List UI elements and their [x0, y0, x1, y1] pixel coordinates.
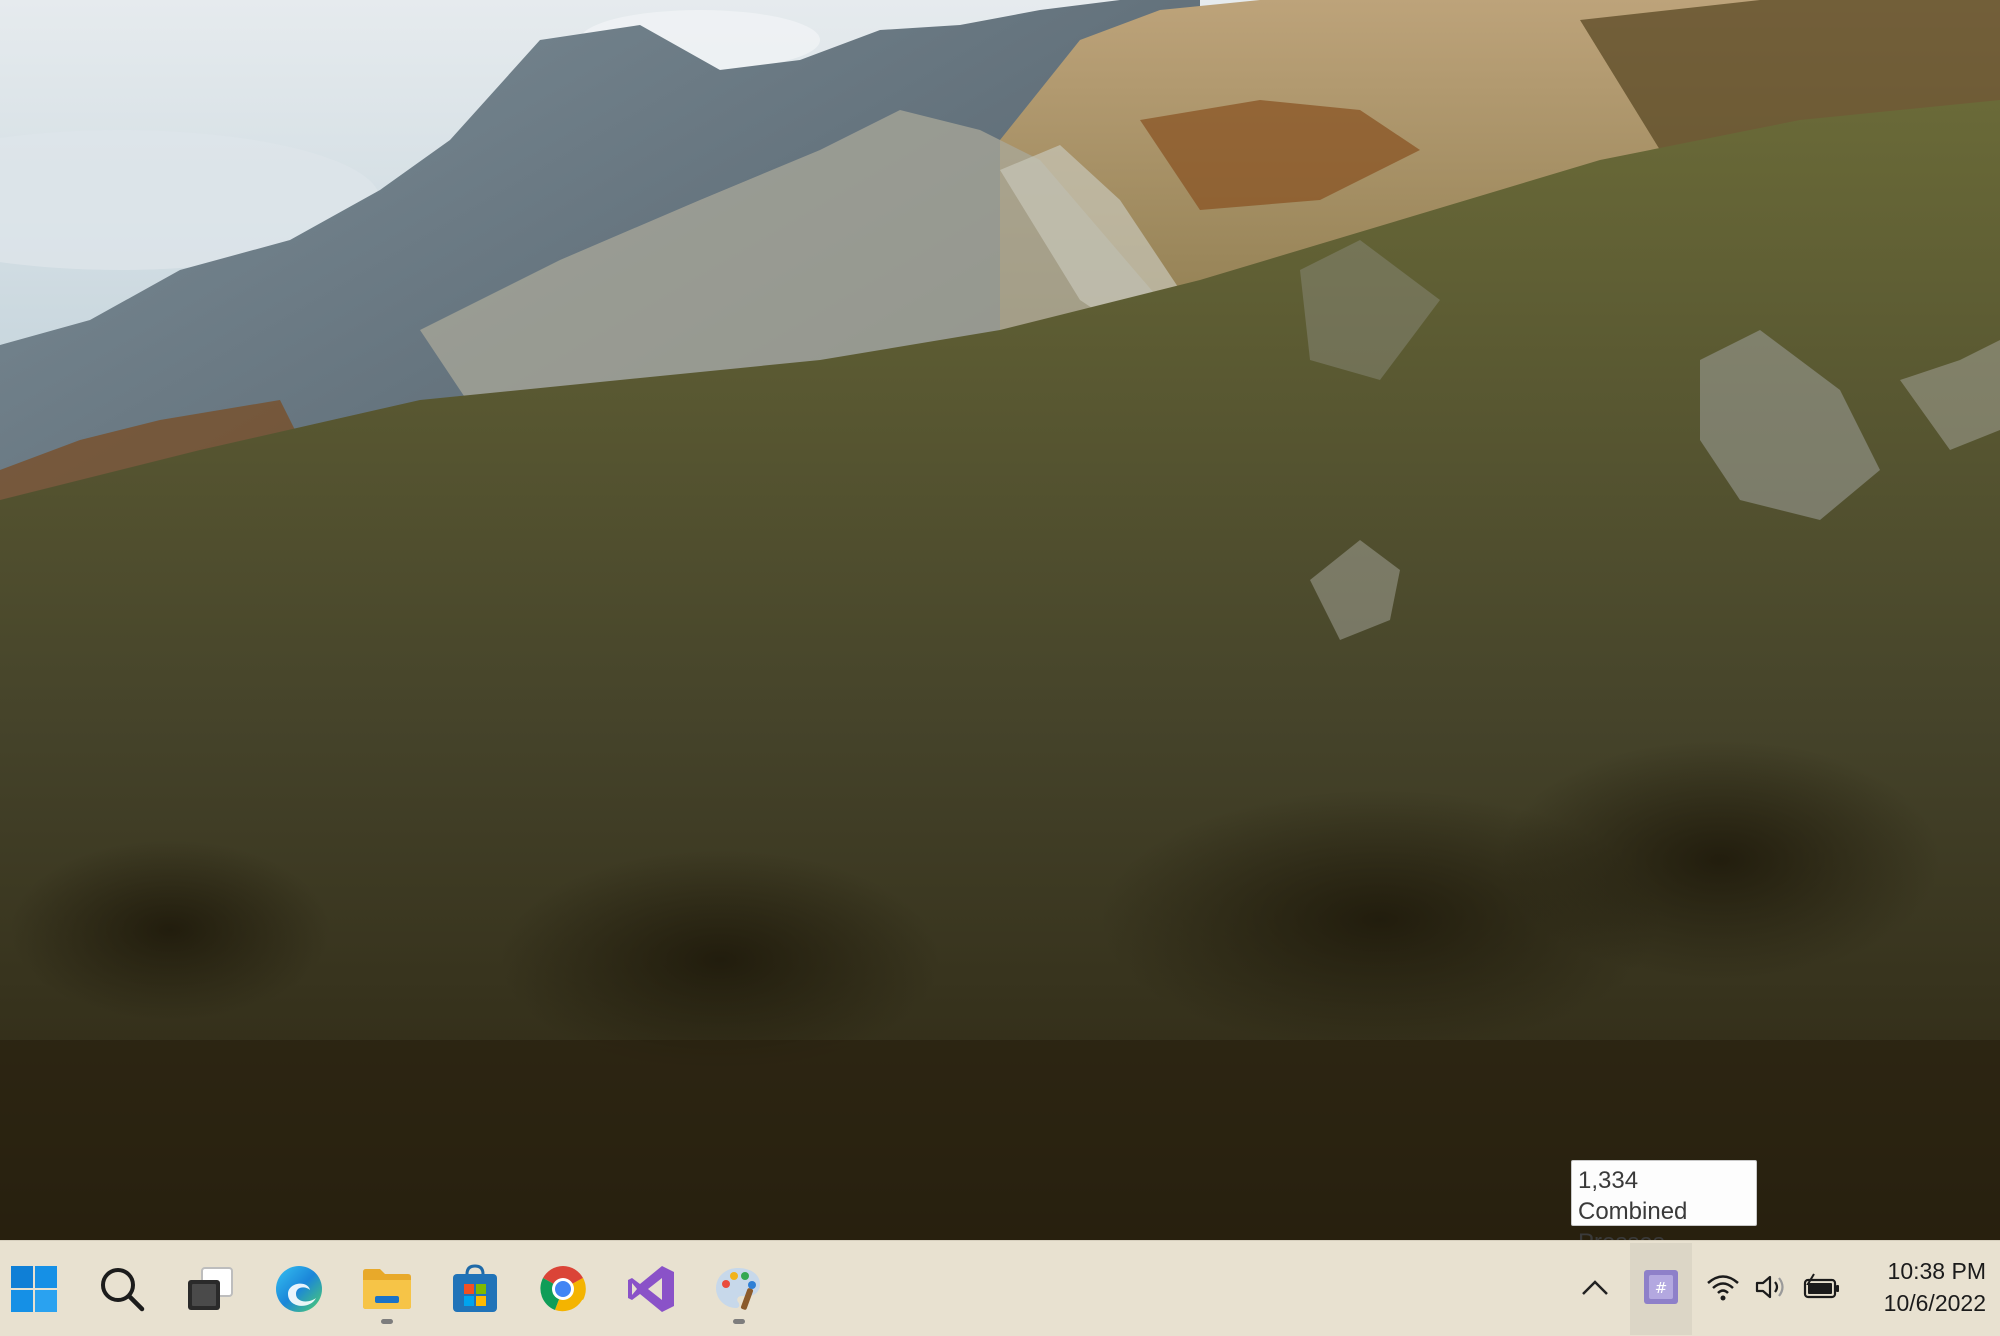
- network-button[interactable]: [1704, 1263, 1742, 1315]
- keypress-counter-icon: #: [1643, 1269, 1679, 1310]
- task-view-icon: [186, 1266, 234, 1312]
- chrome-icon: [538, 1264, 588, 1314]
- tooltip-line-1: 1,334 Combined: [1578, 1167, 1688, 1225]
- paint-palette-icon: [714, 1264, 764, 1314]
- clock-button[interactable]: 10:38 PM 10/6/2022: [1846, 1255, 1986, 1319]
- task-view-button[interactable]: [172, 1251, 248, 1327]
- speaker-icon: [1754, 1273, 1788, 1306]
- edge-browser-icon: [274, 1264, 324, 1314]
- chevron-up-icon: [1581, 1277, 1609, 1302]
- battery-charging-icon: [1802, 1272, 1842, 1306]
- store-taskbar-button[interactable]: [437, 1251, 513, 1327]
- mountain-landscape-image: [0, 0, 2000, 1240]
- edge-taskbar-button[interactable]: [261, 1251, 337, 1327]
- visual-studio-icon: [626, 1264, 676, 1314]
- search-icon: [99, 1266, 145, 1312]
- visual-studio-taskbar-button[interactable]: [613, 1251, 689, 1327]
- start-button[interactable]: [0, 1251, 72, 1327]
- chrome-taskbar-button[interactable]: [525, 1251, 601, 1327]
- paint-taskbar-button[interactable]: [701, 1251, 777, 1327]
- desktop-wallpaper[interactable]: 1,334 Combined Presses: [0, 0, 2000, 1240]
- tooltip-line-2: Presses: [1578, 1227, 1750, 1240]
- taskbar: # 10:38 PM 10/6/2022: [0, 1240, 2000, 1336]
- volume-button[interactable]: [1752, 1263, 1790, 1315]
- battery-button[interactable]: [1800, 1263, 1844, 1315]
- folder-icon: [361, 1266, 413, 1312]
- svg-text:#: #: [1655, 1279, 1668, 1297]
- tray-app-tooltip: 1,334 Combined Presses: [1571, 1160, 1757, 1240]
- windows-logo-icon: [11, 1266, 57, 1312]
- clock-date: 10/6/2022: [1883, 1290, 1986, 1316]
- file-explorer-taskbar-button[interactable]: [349, 1251, 425, 1327]
- search-button[interactable]: [84, 1251, 160, 1327]
- clock-time: 10:38 PM: [1887, 1258, 1986, 1284]
- store-bag-icon: [451, 1264, 499, 1314]
- running-indicator: [381, 1319, 393, 1324]
- show-hidden-icons-button[interactable]: [1578, 1263, 1612, 1315]
- tray-app-button[interactable]: #: [1630, 1243, 1692, 1335]
- running-indicator: [733, 1319, 745, 1324]
- wifi-icon: [1706, 1273, 1740, 1306]
